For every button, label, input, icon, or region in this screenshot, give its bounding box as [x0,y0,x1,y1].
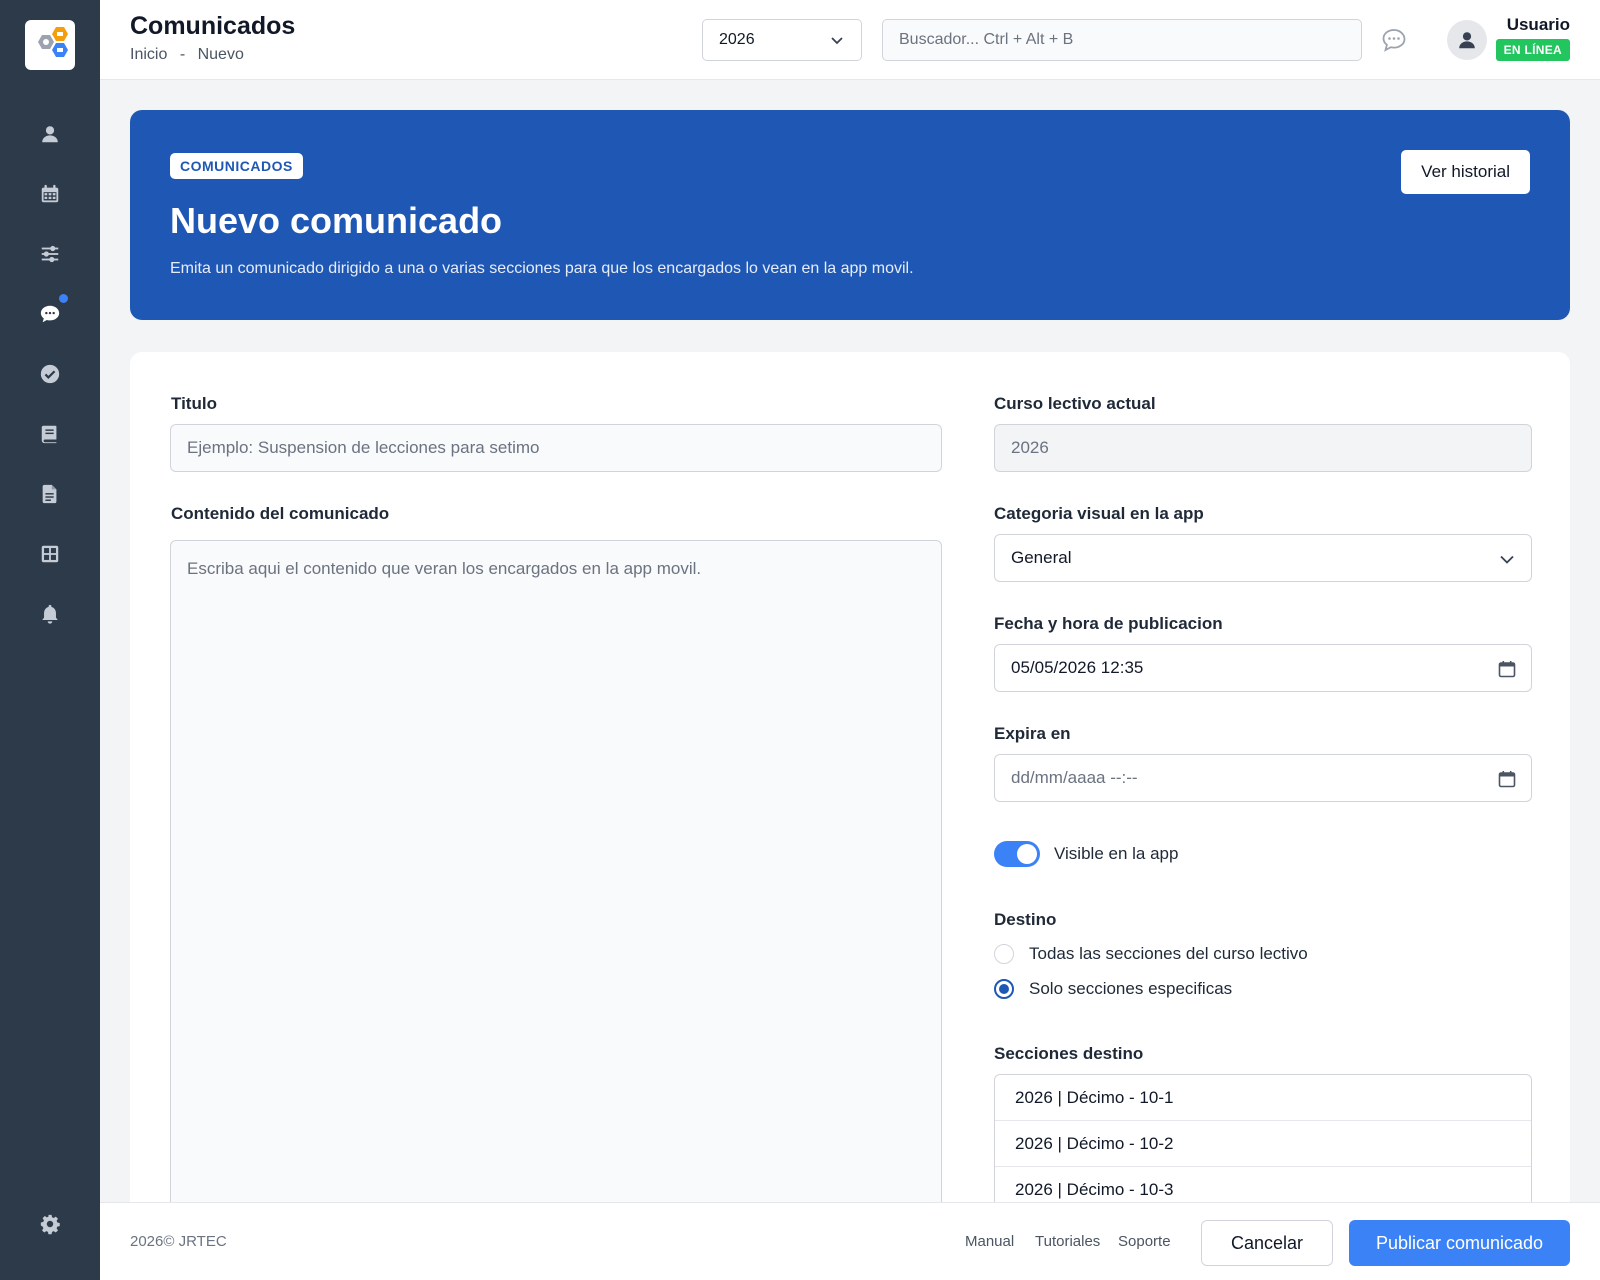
toggle-knob [1017,844,1037,864]
avatar[interactable] [1447,20,1487,60]
search-input[interactable] [882,19,1362,61]
title-input-placeholder: Ejemplo: Suspension de lecciones para se… [187,438,540,457]
title-input[interactable]: Ejemplo: Suspension de lecciones para se… [170,424,942,472]
sidebar-item-grid[interactable] [36,540,64,568]
copyright: 2026© JRTEC [130,1233,227,1250]
chat-icon [40,305,60,323]
publish-button[interactable]: Publicar comunicado [1349,1220,1570,1266]
radio-specific[interactable] [994,979,1014,999]
gear-icon [40,1214,60,1235]
bell-icon [42,604,58,624]
app-logo[interactable] [25,20,75,70]
chevron-down-icon [1500,555,1514,564]
logo-icon [38,27,68,57]
user-icon [42,126,58,143]
sidebar-item-calendar[interactable] [36,180,64,208]
sidebar-item-books[interactable] [36,420,64,448]
expires-placeholder: dd/mm/aaaa --:-- [1011,768,1138,787]
category-label: Categoria visual en la app [994,504,1204,523]
top-header: Comunicados Inicio - Nuevo 2026 Usuario … [100,0,1600,80]
destination-option-all-label: Todas las secciones del curso lectivo [1029,944,1308,963]
destination-option-specific[interactable]: Solo secciones especificas [994,979,1232,999]
calendar-icon[interactable] [1497,659,1517,679]
breadcrumb-home[interactable]: Inicio [130,46,167,63]
expires-input[interactable]: dd/mm/aaaa --:-- [994,754,1532,802]
destination-option-all[interactable]: Todas las secciones del curso lectivo [994,944,1308,964]
destination-option-specific-label: Solo secciones especificas [1029,979,1233,998]
footer-link-support[interactable]: Soporte [1118,1233,1171,1250]
footer-link-manual[interactable]: Manual [965,1233,1014,1250]
view-history-button[interactable]: Ver historial [1401,150,1530,194]
year-select[interactable]: 2026 [702,19,862,61]
section-tag: COMUNICADOS [170,153,303,179]
publish-date-input[interactable]: 05/05/2026 12:35 [994,644,1532,692]
hero-banner: COMUNICADOS Nuevo comunicado Emita un co… [130,110,1570,320]
course-label: Curso lectivo actual [994,394,1156,413]
user-name[interactable]: Usuario [1507,15,1570,35]
messages-button[interactable] [1380,26,1408,54]
avatar-user-icon [1459,32,1475,49]
destination-label: Destino [994,910,1057,929]
hero-subtitle: Emita un comunicado dirigido a una o var… [170,260,914,277]
notification-dot [59,294,68,303]
form-card: Titulo Ejemplo: Suspension de lecciones … [130,352,1570,1240]
sections-label: Secciones destino [994,1044,1144,1063]
footer-link-tutorials[interactable]: Tutoriales [1035,1233,1100,1250]
content-label: Contenido del comunicado [171,504,390,523]
sidebar-item-settings-sliders[interactable] [36,240,64,268]
hero-title: Nuevo comunicado [170,200,503,241]
footer: 2026© JRTEC Manual Tutoriales Soporte Ca… [100,1202,1600,1280]
sidebar-item-user[interactable] [36,120,64,148]
sidebar [0,0,100,1280]
breadcrumb-separator: - [179,46,186,63]
chat-bubble-icon [1382,29,1406,52]
list-item[interactable]: 2026 | Décimo - 10-2 [995,1121,1531,1167]
document-icon [42,484,57,504]
radio-all[interactable] [994,944,1014,964]
sidebar-item-documents[interactable] [36,480,64,508]
cancel-button[interactable]: Cancelar [1201,1220,1333,1266]
sections-listbox[interactable]: 2026 | Décimo - 10-1 2026 | Décimo - 10-… [994,1074,1532,1212]
category-select[interactable]: General [994,534,1532,582]
calendar-icon[interactable] [1497,769,1517,789]
visible-toggle-label: Visible en la app [1054,844,1179,863]
sidebar-item-settings[interactable] [36,1210,64,1238]
content-textarea-placeholder: Escriba aqui el contenido que veran los … [187,559,702,578]
calendar-icon [41,184,59,203]
chevron-down-icon [831,37,843,45]
check-circle-icon [40,364,60,384]
expires-label: Expira en [994,724,1071,743]
content-textarea[interactable]: Escriba aqui el contenido que veran los … [170,540,942,1240]
publish-date-value: 05/05/2026 12:35 [1011,658,1144,677]
book-icon [41,425,57,444]
list-item[interactable]: 2026 | Décimo - 10-1 [995,1075,1531,1121]
sidebar-item-notifications[interactable] [36,600,64,628]
visible-toggle[interactable] [994,841,1040,867]
sidebar-item-messages[interactable] [36,294,68,328]
grid-icon [41,545,59,563]
year-select-value: 2026 [719,31,755,48]
breadcrumb-current: Nuevo [197,46,244,63]
title-label: Titulo [171,394,217,413]
breadcrumb: Inicio - Nuevo [130,46,252,64]
sliders-icon [41,245,59,263]
category-value: General [1011,548,1072,567]
publish-date-label: Fecha y hora de publicacion [994,614,1223,633]
status-badge: EN LÍNEA [1495,39,1570,61]
page-title: Comunicados [130,12,296,40]
sidebar-item-tasks[interactable] [36,360,64,388]
course-field: 2026 [994,424,1532,472]
course-value: 2026 [1011,438,1049,457]
